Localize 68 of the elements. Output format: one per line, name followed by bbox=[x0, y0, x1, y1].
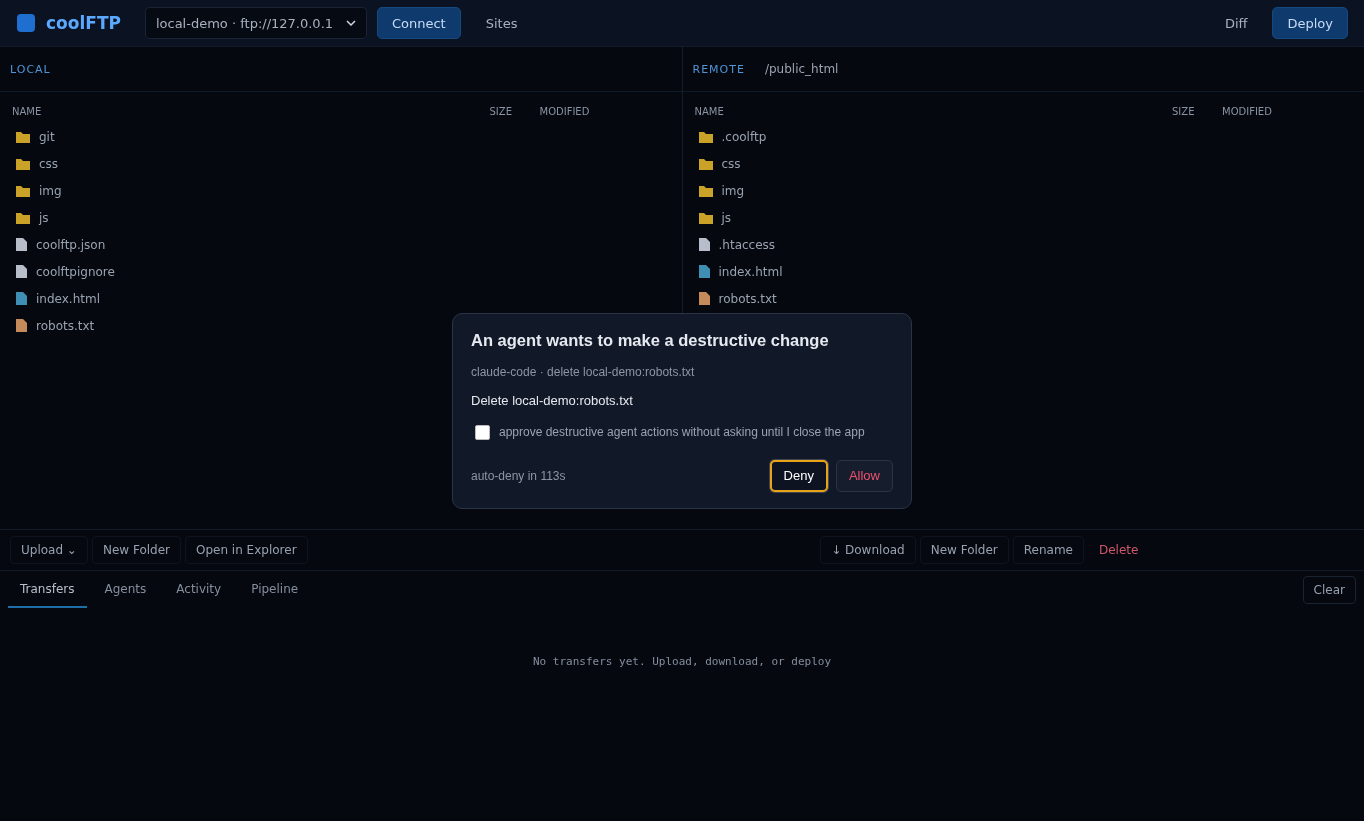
logo-icon bbox=[16, 13, 36, 33]
clear-button[interactable]: Clear bbox=[1302, 576, 1356, 604]
header-button[interactable]: Diff bbox=[1209, 7, 1263, 39]
dialog-button[interactable]: Allow bbox=[835, 459, 893, 492]
file-name[interactable]: robots.txt bbox=[36, 318, 95, 333]
panel-tab[interactable]: Transfers bbox=[8, 572, 87, 608]
dialog-subtitle: claude-code · delete local-demo:robots.txt bbox=[471, 364, 696, 379]
folder-icon bbox=[698, 184, 713, 197]
panel-tab[interactable]: Activity bbox=[164, 572, 234, 608]
folder-icon bbox=[16, 184, 30, 197]
file-name[interactable]: coolftpignore bbox=[36, 264, 115, 279]
file-name[interactable]: img bbox=[721, 183, 745, 198]
file-icon bbox=[698, 238, 710, 251]
panel-tab[interactable]: Pipeline bbox=[239, 572, 311, 608]
header-button[interactable]: Connect bbox=[376, 7, 461, 39]
header-button[interactable]: Deploy bbox=[1272, 7, 1348, 39]
folder-icon bbox=[698, 130, 713, 143]
file-icon bbox=[16, 238, 27, 251]
toolbar-button[interactable]: Upload ⌄ bbox=[10, 536, 88, 564]
countdown-text: auto-deny in 113s bbox=[471, 468, 566, 483]
file-name[interactable]: img bbox=[39, 183, 62, 198]
pane-label: REMOTE bbox=[692, 62, 745, 76]
file-name[interactable]: .htaccess bbox=[718, 237, 776, 252]
toolbar-button[interactable]: Rename bbox=[1012, 536, 1084, 564]
file-name[interactable]: .coolftp bbox=[721, 129, 767, 144]
toolbar-button[interactable]: New Folder bbox=[919, 536, 1009, 564]
app-name: coolFTP bbox=[46, 13, 121, 33]
file-icon bbox=[16, 265, 27, 278]
file-name[interactable]: js bbox=[39, 210, 49, 225]
folder-icon bbox=[16, 157, 30, 170]
file-name[interactable]: css bbox=[39, 156, 59, 171]
column-header[interactable]: SIZE bbox=[1172, 106, 1222, 117]
file-name[interactable]: git bbox=[39, 129, 55, 144]
file-name[interactable]: coolftp.json bbox=[36, 237, 106, 252]
checkbox[interactable] bbox=[475, 424, 490, 440]
panel-tab[interactable]: Agents bbox=[92, 572, 159, 608]
file-icon bbox=[698, 292, 710, 305]
column-header[interactable]: NAME bbox=[12, 106, 490, 117]
file-name[interactable]: index.html bbox=[718, 264, 783, 279]
column-header[interactable]: SIZE bbox=[489, 106, 540, 117]
dialog-title: An agent wants to make a destructive change bbox=[471, 330, 830, 350]
empty-message: No transfers yet. Upload, download, or deploy bbox=[532, 655, 832, 668]
toolbar-button[interactable]: Delete bbox=[1088, 536, 1150, 564]
column-header[interactable]: NAME bbox=[694, 106, 1172, 117]
file-name[interactable]: robots.txt bbox=[718, 291, 777, 306]
column-header[interactable]: MODIFIED bbox=[1222, 106, 1352, 117]
toolbar-button[interactable]: New Folder bbox=[91, 536, 181, 564]
header-button[interactable]: Sites bbox=[470, 7, 533, 39]
column-header[interactable]: MODIFIED bbox=[539, 106, 670, 117]
dialog-button[interactable]: Deny bbox=[769, 459, 828, 492]
folder-icon bbox=[16, 211, 30, 224]
toolbar-button[interactable]: ↓ Download bbox=[820, 536, 916, 564]
file-icon bbox=[698, 265, 710, 278]
file-name[interactable]: index.html bbox=[36, 291, 100, 306]
folder-icon bbox=[698, 157, 713, 170]
folder-icon bbox=[16, 130, 30, 143]
site-dropdown[interactable]: local-demo · ftp://127.0.0.1 bbox=[144, 7, 367, 39]
file-icon bbox=[16, 292, 27, 305]
path-field[interactable]: /public_html bbox=[764, 62, 839, 76]
checkbox-label: approve destructive agent actions without asking until I close the app bbox=[499, 425, 865, 439]
toolbar-button[interactable]: Open in Explorer bbox=[185, 536, 308, 564]
file-icon bbox=[16, 319, 27, 332]
chevron-icon bbox=[345, 20, 356, 26]
file-name[interactable]: js bbox=[721, 210, 732, 225]
file-name[interactable]: css bbox=[721, 156, 741, 171]
action-text: Delete local-demo:robots.txt bbox=[471, 392, 634, 408]
pane-label: LOCAL bbox=[10, 62, 51, 76]
folder-icon bbox=[698, 211, 713, 224]
